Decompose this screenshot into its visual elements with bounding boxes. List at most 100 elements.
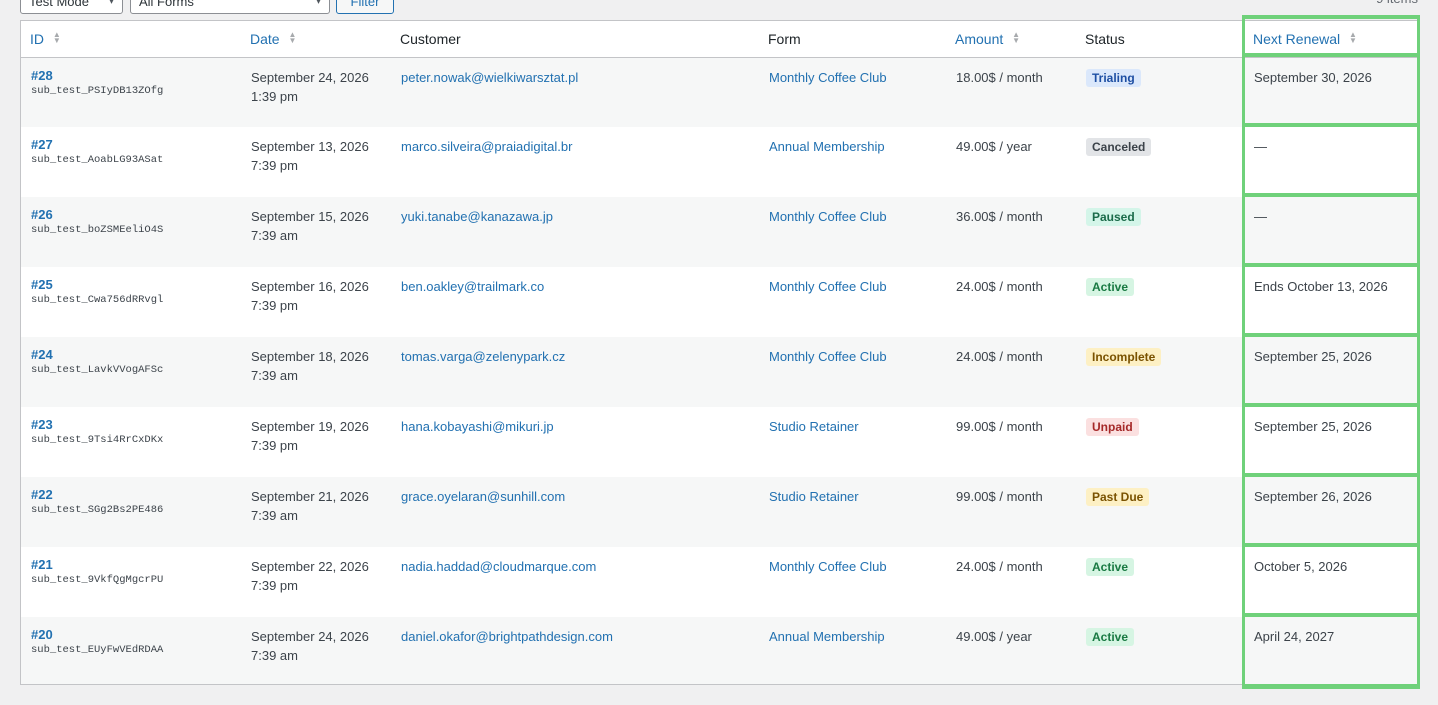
column-header-amount[interactable]: Amount ▲ ▼ [946,21,1076,58]
column-header-label: Amount [955,30,1004,47]
customer-email-link[interactable]: ben.oakley@trailmark.co [401,279,544,294]
time-text: 7:39 am [251,228,298,243]
cell-id: #24 sub_test_LavkVVogAFSc [21,337,241,407]
cell-amount: 18.00$ / month [946,57,1076,127]
subscriptions-table: ID ▲ ▼ Date ▲ ▼ Customer Form Amount ▲ ▼… [20,20,1419,685]
subscription-key: sub_test_EUyFwVEdRDAA [31,644,164,656]
cell-date: September 18, 2026 7:39 am [241,337,391,407]
table-row: #27 sub_test_AoabLG93ASat September 13, … [21,127,1418,197]
column-header-next-renewal[interactable]: Next Renewal ▲ ▼ [1244,21,1418,58]
table-row: #24 sub_test_LavkVVogAFSc September 18, … [21,337,1418,407]
customer-email-link[interactable]: peter.nowak@wielkiwarsztat.pl [401,70,578,85]
subscription-key: sub_test_AoabLG93ASat [31,154,164,166]
subscription-id-link[interactable]: #23 [31,417,241,432]
time-text: 7:39 pm [251,578,298,593]
filter-button[interactable]: Filter [336,0,394,14]
forms-select-value: All Forms [139,0,194,9]
subscription-key: sub_test_boZSMEeliO4S [31,224,164,236]
date-text: September 24, 2026 [251,629,369,644]
subscription-id-link[interactable]: #27 [31,137,241,152]
subscription-key: sub_test_9VkfQgMgcrPU [31,574,164,586]
cell-id: #25 sub_test_Cwa756dRRvgl [21,267,241,337]
subscription-id-link[interactable]: #25 [31,277,241,292]
cell-date: September 24, 2026 7:39 am [241,617,391,684]
cell-status: Paused [1076,197,1244,267]
subscription-key: sub_test_Cwa756dRRvgl [31,294,164,306]
cell-id: #21 sub_test_9VkfQgMgcrPU [21,547,241,617]
form-link[interactable]: Annual Membership [769,629,885,644]
subscription-key: sub_test_SGg2Bs2PE486 [31,504,164,516]
subscription-key: sub_test_PSIyDB13ZOfg [31,84,164,97]
form-link[interactable]: Studio Retainer [769,489,859,504]
status-badge: Active [1086,558,1135,576]
cell-next-renewal: April 24, 2027 [1244,617,1418,684]
cell-id: #23 sub_test_9Tsi4RrCxDKx [21,407,241,477]
table-row: #21 sub_test_9VkfQgMgcrPU September 22, … [21,547,1418,617]
amount-text: 24.00$ / month [956,279,1043,294]
subscription-id-link[interactable]: #28 [31,68,241,83]
mode-select[interactable]: Test Mode ▾ [20,0,123,14]
cell-id: #27 sub_test_AoabLG93ASat [21,127,241,197]
form-link[interactable]: Monthly Coffee Club [769,349,887,364]
customer-email-link[interactable]: nadia.haddad@cloudmarque.com [401,559,596,574]
cell-date: September 19, 2026 7:39 pm [241,407,391,477]
column-header-id[interactable]: ID ▲ ▼ [21,21,241,58]
subscription-id-link[interactable]: #20 [31,627,241,642]
customer-email-link[interactable]: hana.kobayashi@mikuri.jp [401,419,554,434]
status-badge: Past Due [1086,488,1150,506]
column-header-label: Status [1085,30,1125,47]
items-count: 9 items [1376,0,1418,8]
date-text: September 21, 2026 [251,489,369,504]
customer-email-link[interactable]: marco.silveira@praiadigital.br [401,139,572,154]
form-link[interactable]: Annual Membership [769,139,885,154]
subscription-id-link[interactable]: #21 [31,557,241,572]
table-row: #23 sub_test_9Tsi4RrCxDKx September 19, … [21,407,1418,477]
column-header-date[interactable]: Date ▲ ▼ [241,21,391,58]
mode-select-value: Test Mode [29,0,89,9]
sort-icon: ▲ ▼ [52,29,61,45]
form-link[interactable]: Monthly Coffee Club [769,209,887,224]
cell-id: #22 sub_test_SGg2Bs2PE486 [21,477,241,547]
customer-email-link[interactable]: grace.oyelaran@sunhill.com [401,489,565,504]
cell-customer: grace.oyelaran@sunhill.com [391,477,759,547]
cell-form: Monthly Coffee Club [759,197,946,267]
forms-select[interactable]: All Forms ▾ [130,0,330,14]
cell-amount: 49.00$ / year [946,617,1076,684]
status-badge: Canceled [1086,138,1152,156]
renewal-text: September 30, 2026 [1254,69,1372,85]
time-text: 7:39 am [251,368,298,383]
cell-next-renewal: Ends October 13, 2026 [1244,267,1418,337]
table-header-row: ID ▲ ▼ Date ▲ ▼ Customer Form Amount ▲ ▼… [21,21,1418,58]
form-link[interactable]: Monthly Coffee Club [769,279,887,294]
form-link[interactable]: Monthly Coffee Club [769,70,887,85]
cell-date: September 24, 2026 1:39 pm [241,57,391,127]
status-badge: Incomplete [1086,348,1162,366]
column-header-customer: Customer [391,21,759,58]
cell-customer: hana.kobayashi@mikuri.jp [391,407,759,477]
customer-email-link[interactable]: yuki.tanabe@kanazawa.jp [401,209,553,224]
cell-status: Active [1076,617,1244,684]
table-row: #22 sub_test_SGg2Bs2PE486 September 21, … [21,477,1418,547]
date-text: September 15, 2026 [251,209,369,224]
amount-text: 99.00$ / month [956,489,1043,504]
form-link[interactable]: Studio Retainer [769,419,859,434]
subscription-id-link[interactable]: #24 [31,347,241,362]
column-header-label: Next Renewal [1253,30,1341,47]
cell-customer: tomas.varga@zelenypark.cz [391,337,759,407]
subscription-id-link[interactable]: #22 [31,487,241,502]
renewal-text: — [1254,139,1267,154]
customer-email-link[interactable]: tomas.varga@zelenypark.cz [401,349,565,364]
cell-form: Studio Retainer [759,477,946,547]
time-text: 7:39 pm [251,298,298,313]
cell-form: Monthly Coffee Club [759,337,946,407]
form-link[interactable]: Monthly Coffee Club [769,559,887,574]
cell-form: Annual Membership [759,617,946,684]
amount-text: 49.00$ / year [956,629,1032,644]
cell-date: September 13, 2026 7:39 pm [241,127,391,197]
renewal-text: — [1254,209,1267,224]
renewal-text: September 25, 2026 [1254,419,1372,434]
customer-email-link[interactable]: daniel.okafor@brightpathdesign.com [401,629,613,644]
column-header-label: ID [30,30,44,47]
subscription-id-link[interactable]: #26 [31,207,241,222]
amount-text: 99.00$ / month [956,419,1043,434]
